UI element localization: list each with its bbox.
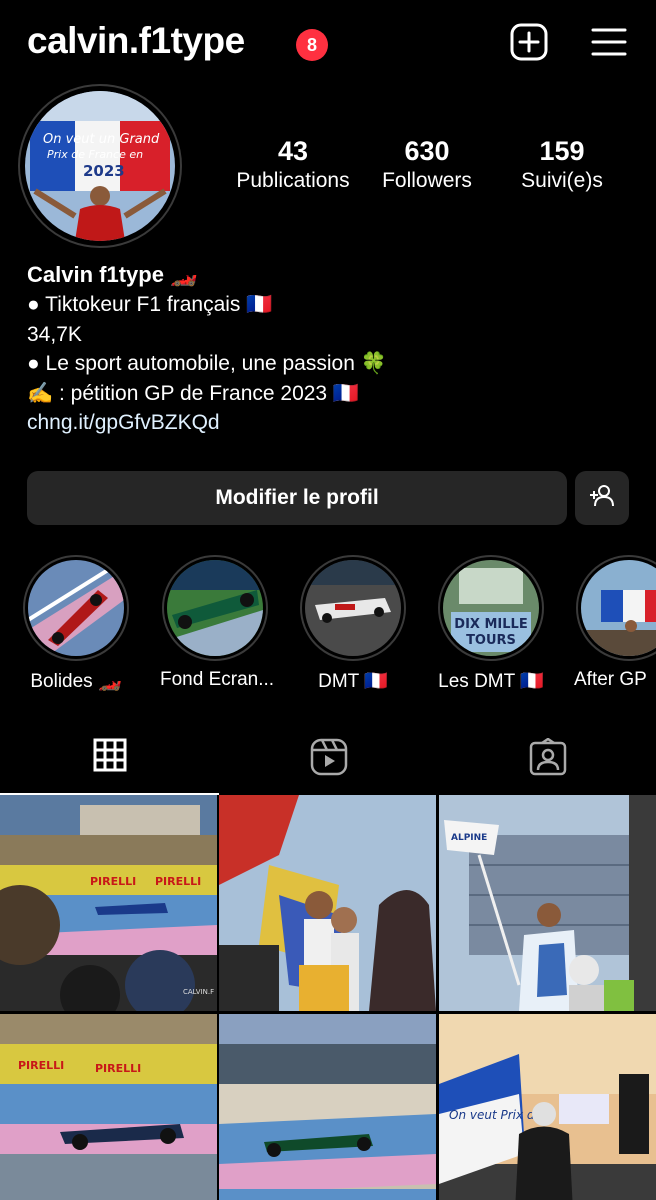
highlight-image [167, 560, 263, 656]
stat-count: 159 [539, 136, 585, 166]
highlight-fond-ecran[interactable]: Fond Ecran... [160, 555, 275, 691]
profile-tabs [0, 725, 656, 795]
profile-bio: Calvin f1type 🏎️ ● Tiktokeur F1 français… [27, 260, 627, 438]
avatar-flag-line2: Prix de France en [47, 148, 143, 161]
highlight-bolides[interactable]: Bolides 🏎️ [21, 555, 131, 693]
tagged-icon [529, 737, 567, 781]
notification-badge[interactable]: 8 [296, 29, 328, 61]
highlight-image [581, 560, 656, 656]
post-text-pirelli: PIRELLI [95, 1062, 141, 1075]
highlight-dmt[interactable]: DMT 🇫🇷 [298, 555, 408, 693]
post-thumbnail[interactable]: PIRELLI PIRELLI [0, 1014, 217, 1200]
add-person-button[interactable] [575, 471, 629, 525]
highlight-ring: DIX MILLE TOURS [438, 555, 544, 661]
highlight-label: Les DMT 🇫🇷 [438, 671, 544, 692]
add-person-icon [588, 482, 616, 515]
avatar-image: On veut un Grand Prix de France en 2023 [25, 91, 175, 241]
tab-reels[interactable] [219, 725, 438, 795]
highlight-ring [162, 555, 268, 661]
highlight-text-tours: TOURS [466, 633, 516, 648]
plus-square-icon[interactable] [509, 22, 549, 62]
post-thumbnail[interactable] [219, 795, 436, 1011]
highlight-ring [23, 555, 129, 661]
post-thumbnail[interactable]: ALPINE [439, 795, 656, 1011]
highlight-label: After GP [574, 669, 647, 690]
profile-header: calvin.f1type 8 [0, 0, 656, 86]
highlight-ring [300, 555, 406, 661]
profile-avatar[interactable]: On veut un Grand Prix de France en 2023 [18, 84, 182, 248]
post-text-pirelli: PIRELLI [90, 875, 136, 888]
username[interactable]: calvin.f1type [27, 20, 245, 62]
bio-line: 34,7K [27, 322, 82, 346]
highlight-image [28, 560, 124, 656]
stat-count: 630 [404, 136, 450, 166]
bio-line: ● Tiktokeur F1 français 🇫🇷 [27, 293, 273, 316]
highlight-label: DMT 🇫🇷 [318, 671, 388, 692]
avatar-flag-line3: 2023 [83, 162, 125, 180]
avatar-flag-line1: On veut un Grand [43, 132, 160, 147]
bio-line: ● Le sport automobile, une passion 🍀 [27, 352, 387, 375]
stat-count: 43 [277, 136, 309, 166]
stat-label: Suivi(e)s [521, 169, 603, 192]
bio-line: ✍️ : pétition GP de France 2023 🇫🇷 [27, 381, 360, 405]
highlight-after-gp[interactable]: After GP [574, 555, 656, 691]
highlight-image [305, 560, 401, 656]
post-thumbnail[interactable]: On veut Prix de [439, 1014, 656, 1200]
stat-label: Followers [382, 169, 472, 192]
highlight-label: Fond Ecran... [160, 669, 275, 690]
stat-following[interactable]: 159 Suivi(e)s [502, 136, 622, 196]
reels-icon [310, 738, 348, 781]
post-text-pirelli: PIRELLI [155, 875, 201, 888]
tab-posts[interactable] [0, 725, 219, 795]
post-watermark: CALVIN.F [183, 988, 214, 996]
highlight-text-dix-mille: DIX MILLE [454, 617, 527, 632]
stat-label: Publications [236, 169, 350, 192]
stat-publications[interactable]: 43 Publications [233, 136, 353, 196]
grid-icon [93, 738, 127, 777]
highlight-ring [576, 555, 656, 661]
post-thumbnail[interactable] [219, 1014, 436, 1200]
post-flag-text: On veut Prix de [449, 1108, 542, 1122]
post-text-alpine: ALPINE [451, 833, 487, 843]
tab-tagged[interactable] [438, 725, 656, 795]
display-name: Calvin f1type 🏎️ [27, 262, 198, 287]
hamburger-menu-icon[interactable] [589, 22, 629, 62]
bio-link[interactable]: chng.it/gpGfvBZKQd [27, 408, 627, 438]
post-thumbnail[interactable]: PIRELLI PIRELLI CALVIN.F [0, 795, 217, 1011]
highlight-les-dmt[interactable]: DIX MILLE TOURS Les DMT 🇫🇷 [436, 555, 546, 693]
post-text-pirelli: PIRELLI [18, 1059, 64, 1072]
edit-profile-button[interactable]: Modifier le profil [27, 471, 567, 525]
highlight-image: DIX MILLE TOURS [443, 560, 539, 656]
stat-followers[interactable]: 630 Followers [367, 136, 487, 196]
highlight-label: Bolides 🏎️ [30, 671, 122, 692]
